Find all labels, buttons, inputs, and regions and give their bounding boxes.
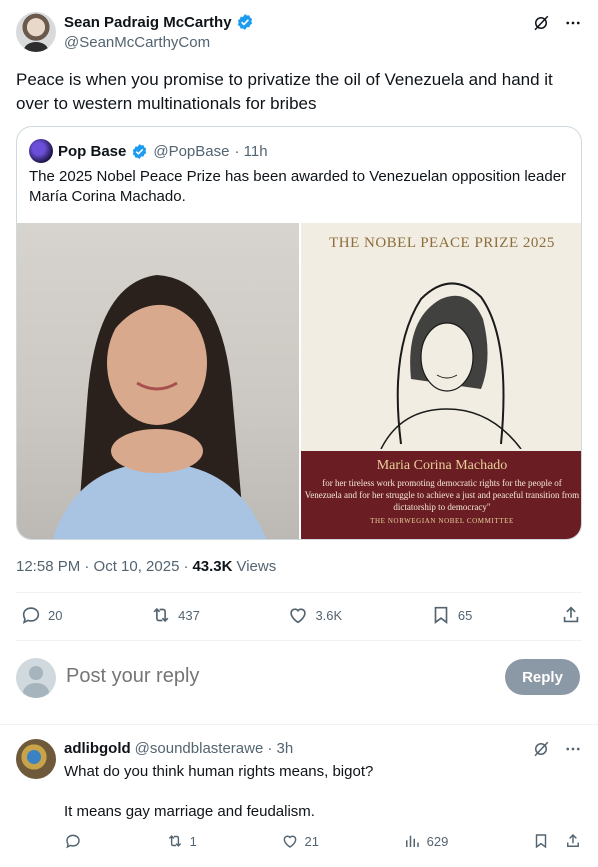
views-icon <box>403 832 421 850</box>
reply-header: adlibgold @soundblasterawe · 3h <box>64 740 293 757</box>
reply-action[interactable]: 20 <box>20 604 62 626</box>
post-top-actions <box>532 14 582 32</box>
divider-bottom <box>16 640 582 641</box>
reply-views-action[interactable]: 629 <box>403 832 449 850</box>
grok-icon[interactable] <box>532 14 550 32</box>
bookmark-action[interactable]: 65 <box>430 604 472 626</box>
reply-icon <box>20 604 42 626</box>
poster-title: THE NOBEL PEACE PRIZE 2025 <box>329 235 555 251</box>
reply-count: 20 <box>48 607 63 623</box>
post-meta: 12:58 PM · Oct 10, 2025 · 43.3K Views <box>16 558 276 575</box>
post-timestamp[interactable]: 12:58 PM · Oct 10, 2025 <box>16 558 179 575</box>
share-icon[interactable] <box>564 832 582 850</box>
quoted-author-avatar[interactable] <box>29 139 53 163</box>
reply-author-name[interactable]: adlibgold <box>64 740 131 757</box>
reply-input[interactable] <box>66 665 446 688</box>
quoted-post-time: · 11h <box>234 142 268 160</box>
reply-like-action[interactable]: 21 <box>281 832 319 850</box>
verified-badge-icon <box>131 143 148 160</box>
poster-citation-band: Maria Corina Machado for her tireless wo… <box>301 451 581 539</box>
current-user-avatar <box>16 658 56 698</box>
poster-laureate-name: Maria Corina Machado <box>376 458 508 473</box>
reply-views-count: 629 <box>426 833 449 849</box>
more-icon[interactable] <box>564 14 582 32</box>
quoted-post-media: THE NOBEL PEACE PRIZE 2025 Maria Corina … <box>17 223 581 539</box>
author-handle[interactable]: @SeanMcCarthyCom <box>64 34 210 51</box>
reply-repost-count: 1 <box>189 833 197 849</box>
portrait-drawing <box>380 282 522 449</box>
quoted-post-text: The 2025 Nobel Peace Prize has been awar… <box>29 168 567 205</box>
reply-action-bar: 1 21 629 <box>64 832 582 850</box>
bookmark-icon <box>430 604 452 626</box>
repost-count: 437 <box>178 607 200 623</box>
poster-citation: for her tireless work promoting democrat… <box>304 478 580 512</box>
reply-button[interactable]: Reply <box>505 659 580 695</box>
grok-icon[interactable] <box>532 740 550 758</box>
post-text: Peace is when you promise to privatize t… <box>16 70 553 113</box>
views-count[interactable]: 43.3K <box>192 558 232 575</box>
like-action[interactable]: 3.6K <box>287 604 342 626</box>
verified-badge-icon <box>236 13 254 31</box>
views-label: Views <box>236 558 277 575</box>
author-avatar[interactable] <box>16 12 56 52</box>
reply-top-actions <box>532 740 582 758</box>
poster-committee: THE NORWEGIAN NOBEL COMMITTEE <box>370 517 514 525</box>
reply-reply-action[interactable] <box>64 832 82 850</box>
bookmark-count: 65 <box>457 607 473 623</box>
reply-text-line: What do you think human rights means, bi… <box>64 763 374 780</box>
repost-icon <box>166 832 184 850</box>
author-name[interactable]: Sean Padraig McCarthy <box>64 14 232 31</box>
post-action-bar: 20 437 3.6K 65 <box>20 604 582 626</box>
author-name-row: Sean Padraig McCarthy <box>64 13 254 31</box>
bookmark-icon[interactable] <box>532 832 550 850</box>
repost-action[interactable]: 437 <box>150 604 200 626</box>
like-count: 3.6K <box>315 607 343 623</box>
reply-composer: Reply <box>16 658 582 698</box>
more-icon[interactable] <box>564 740 582 758</box>
like-icon <box>287 604 309 626</box>
meta-separator: · <box>183 558 189 575</box>
quoted-author-name[interactable]: Pop Base <box>58 143 126 160</box>
reply-text: What do you think human rights means, bi… <box>64 762 574 822</box>
reply-text-line: It means gay marriage and feudalism. <box>64 803 315 820</box>
quoted-post[interactable]: Pop Base @PopBase · 11h The 2025 Nobel P… <box>16 126 582 540</box>
repost-icon <box>150 604 172 626</box>
share-action[interactable] <box>560 604 582 626</box>
machado-photo[interactable] <box>17 223 299 539</box>
quoted-post-header: Pop Base @PopBase · 11h <box>29 139 268 163</box>
quoted-author-handle[interactable]: @PopBase <box>153 143 229 160</box>
share-icon <box>560 604 582 626</box>
nobel-prize-poster[interactable]: THE NOBEL PEACE PRIZE 2025 Maria Corina … <box>301 223 581 539</box>
reply-like-count: 21 <box>304 833 319 849</box>
reply-repost-action[interactable]: 1 <box>166 832 197 850</box>
reply-author-handle[interactable]: @soundblasterawe <box>135 740 264 757</box>
reply-tail-actions <box>532 832 582 850</box>
reply-icon <box>64 832 82 850</box>
like-icon <box>281 832 299 850</box>
reply-time[interactable]: · 3h <box>267 740 293 757</box>
section-separator <box>0 724 598 725</box>
reply-author-avatar[interactable] <box>16 739 56 779</box>
divider-top <box>16 592 582 593</box>
